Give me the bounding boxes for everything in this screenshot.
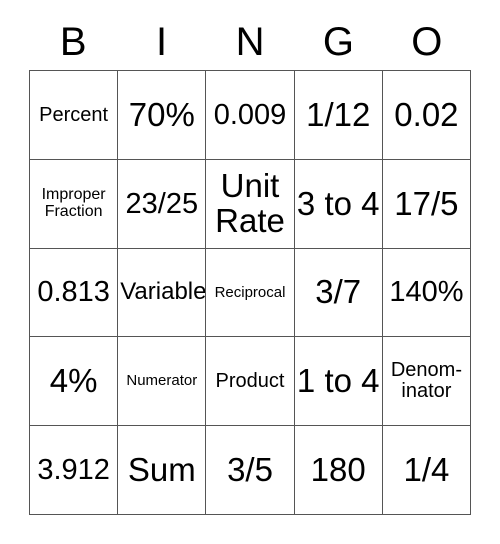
bingo-header-letter-n: N — [206, 14, 294, 70]
bingo-cell[interactable]: Unit Rate — [206, 159, 295, 249]
bingo-cell-text: 0.02 — [394, 95, 459, 133]
bingo-cell[interactable]: 0.813 — [30, 248, 119, 338]
bingo-cell-text: 1 to 4 — [296, 362, 380, 400]
header-letter-text: G — [322, 20, 354, 64]
bingo-cell-text: 23/25 — [125, 187, 199, 220]
bingo-cell-text: 3 to 4 — [296, 184, 380, 222]
bingo-cell-text: Sum — [127, 450, 196, 488]
header-letter-text: O — [411, 20, 443, 64]
bingo-row: 3.912 Sum 3/5 180 1/4 — [30, 426, 472, 515]
bingo-cell[interactable]: Percent — [30, 71, 119, 160]
bingo-cell[interactable]: Variable — [118, 248, 207, 338]
bingo-cell-text: 0.009 — [213, 98, 287, 131]
bingo-cell[interactable]: Reciprocal — [206, 248, 295, 338]
bingo-cell[interactable]: 3/7 — [294, 248, 383, 338]
bingo-header-letter-o: O — [383, 14, 471, 70]
bingo-cell-text: Unit Rate — [215, 167, 285, 239]
bingo-cell-text: Improper Fraction — [41, 186, 106, 220]
bingo-cell-text: Numerator — [126, 372, 198, 390]
bingo-row: Improper Fraction 23/25 Unit Rate 3 to 4… — [30, 159, 472, 249]
bingo-cell-text: 3.912 — [37, 454, 110, 486]
header-letter-text: N — [235, 20, 265, 64]
bingo-header-row: B I N G O — [29, 14, 471, 70]
bingo-header-letter-b: B — [29, 14, 117, 70]
bingo-cell-text: Product — [215, 369, 285, 392]
bingo-cell[interactable]: Product — [206, 337, 295, 427]
bingo-cell[interactable]: 3/5 — [206, 426, 295, 515]
bingo-cell[interactable]: Numerator — [118, 337, 207, 427]
bingo-cell[interactable]: Denom- inator — [382, 337, 472, 427]
header-letter-text: I — [156, 20, 168, 64]
bingo-cell-text: 70% — [128, 95, 195, 133]
bingo-cell[interactable]: Sum — [118, 426, 207, 515]
bingo-row: 4% Numerator Product 1 to 4 Denom- inato… — [30, 337, 472, 427]
bingo-cell-text: 4% — [49, 362, 98, 400]
bingo-cell-text: 0.813 — [37, 276, 110, 309]
bingo-cell[interactable]: 4% — [30, 337, 119, 427]
bingo-card: B I N G O Percent 70% 0.009 1/12 0.02 Im… — [0, 0, 500, 544]
bingo-row: 0.813 Variable Reciprocal 3/7 140% — [30, 248, 472, 338]
bingo-grid: Percent 70% 0.009 1/12 0.02 Improper Fra… — [29, 70, 472, 515]
bingo-cell-text: Reciprocal — [214, 283, 286, 301]
bingo-cell[interactable]: 1/12 — [294, 71, 383, 160]
bingo-cell[interactable]: 70% — [118, 71, 207, 160]
bingo-cell-text: 1/12 — [306, 95, 371, 133]
bingo-cell[interactable]: 1 to 4 — [294, 337, 383, 427]
bingo-cell[interactable]: 140% — [382, 248, 472, 338]
bingo-cell[interactable]: 180 — [294, 426, 383, 515]
bingo-cell[interactable]: 3 to 4 — [294, 159, 383, 249]
bingo-row: Percent 70% 0.009 1/12 0.02 — [30, 71, 472, 160]
bingo-cell-text: Percent — [39, 103, 109, 126]
bingo-cell[interactable]: 1/4 — [382, 426, 472, 515]
bingo-header-letter-i: I — [117, 14, 205, 70]
header-letter-text: B — [59, 20, 87, 64]
bingo-cell-text: Denom- inator — [390, 359, 462, 403]
bingo-cell[interactable]: Improper Fraction — [30, 159, 119, 249]
bingo-cell[interactable]: 3.912 — [30, 426, 119, 515]
bingo-cell-text: 180 — [310, 450, 366, 488]
bingo-cell-text: 1/4 — [403, 450, 450, 488]
bingo-cell[interactable]: 23/25 — [118, 159, 207, 249]
bingo-cell[interactable]: 17/5 — [382, 159, 472, 249]
bingo-header-letter-g: G — [294, 14, 382, 70]
bingo-cell-text: 3/5 — [227, 450, 273, 488]
bingo-cell-text: 3/7 — [315, 273, 362, 311]
bingo-cell-text: 140% — [389, 276, 464, 309]
bingo-cell[interactable]: 0.009 — [206, 71, 295, 160]
bingo-cell[interactable]: 0.02 — [382, 71, 472, 160]
bingo-cell-text: 17/5 — [394, 184, 459, 222]
bingo-cell-text: Variable — [120, 278, 207, 306]
